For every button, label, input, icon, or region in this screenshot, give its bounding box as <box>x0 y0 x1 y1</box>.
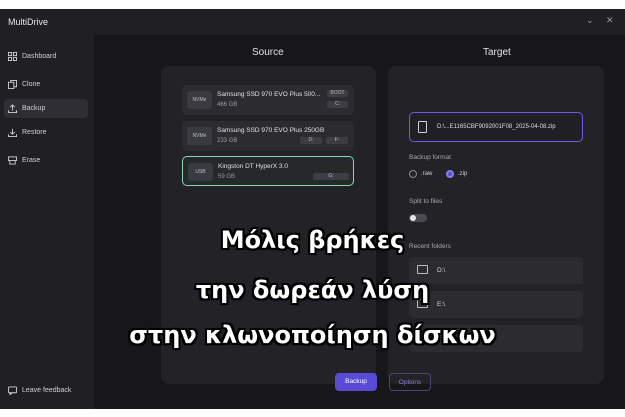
radio-raw-label: .raw <box>421 171 433 177</box>
overlay-caption-line3: στην κλωνοποίηση δίσκων <box>129 321 496 349</box>
grid-icon <box>8 52 17 61</box>
disk-name: Samsung SSD 970 EVO Plus 250GB <box>217 127 325 134</box>
options-button[interactable]: Options <box>389 373 431 391</box>
download-icon <box>8 128 17 137</box>
disk-item-selected[interactable]: USB Kingston DT HyperX 3.0 59 GB G: <box>182 156 354 186</box>
disk-size: 59 GB <box>218 174 236 180</box>
sidebar-item-label: Backup <box>22 105 46 112</box>
main-area: Source Target NVMe Samsung SSD 970 EVO P… <box>94 35 625 409</box>
overlay-caption-line1: Μόλις βρήκες <box>220 226 405 254</box>
disk-name: Samsung SSD 970 EVO Plus 500... <box>217 91 321 98</box>
erase-icon <box>8 156 17 165</box>
radio-zip[interactable] <box>446 170 454 178</box>
sidebar-item-label: Clone <box>22 81 41 88</box>
source-title: Source <box>252 47 284 58</box>
chevron-down-icon[interactable]: ⌄ <box>586 15 594 26</box>
sidebar: Dashboard Clone Backup Restore Erase Lea… <box>0 35 94 409</box>
target-file-field[interactable]: D:\...E1165CBF9092001F08_2025-04-08.zip <box>409 112 583 142</box>
sidebar-item-label: Restore <box>22 129 47 136</box>
copy-icon <box>8 80 17 89</box>
disk-name: Kingston DT HyperX 3.0 <box>218 163 288 170</box>
partition-tag: C: <box>327 101 348 108</box>
disk-item[interactable]: NVMe Samsung SSD 970 EVO Plus 250GB 233 … <box>182 121 354 151</box>
usb-badge: USB <box>188 163 213 181</box>
sidebar-item-backup[interactable]: Backup <box>4 99 88 118</box>
feedback-icon <box>8 386 17 395</box>
close-icon[interactable]: ✕ <box>606 15 614 26</box>
leave-feedback-link[interactable]: Leave feedback <box>4 381 88 400</box>
sidebar-item-label: Erase <box>22 157 41 164</box>
radio-raw[interactable] <box>409 170 417 178</box>
backup-button[interactable]: Backup <box>335 373 377 391</box>
feedback-label: Leave feedback <box>22 387 72 394</box>
partition-tag: D: <box>300 137 322 144</box>
backup-format-label: Backup format <box>409 154 451 161</box>
app-title: MultiDrive <box>8 17 49 27</box>
disk-size: 466 GB <box>217 102 238 108</box>
sidebar-item-restore[interactable]: Restore <box>4 123 88 142</box>
target-title: Target <box>483 47 511 58</box>
split-label: Split to files <box>409 198 443 205</box>
sidebar-item-dashboard[interactable]: Dashboard <box>4 47 88 66</box>
split-toggle[interactable] <box>409 214 427 222</box>
app-window: MultiDrive ⌄ ✕ Dashboard Clone Backup Re… <box>0 9 625 409</box>
sidebar-item-erase[interactable]: Erase <box>4 151 88 170</box>
file-icon <box>418 121 427 133</box>
nvme-badge: NVMe <box>187 91 212 109</box>
sidebar-item-clone[interactable]: Clone <box>4 75 88 94</box>
title-bar: MultiDrive ⌄ ✕ <box>0 9 625 35</box>
upload-icon <box>8 104 17 113</box>
target-file-path: D:\...E1165CBF9092001F08_2025-04-08.zip <box>437 124 556 130</box>
disk-size: 233 GB <box>217 138 238 144</box>
folder-icon <box>417 265 428 274</box>
partition-tag: BOOT <box>327 90 348 97</box>
partition-tag: G: <box>313 173 349 180</box>
sidebar-item-label: Dashboard <box>22 53 57 60</box>
partition-tag: F: <box>326 137 348 144</box>
disk-item[interactable]: NVMe Samsung SSD 970 EVO Plus 500... 466… <box>182 85 354 115</box>
recent-folder-label: D:\ <box>437 267 446 274</box>
radio-zip-label: .zip <box>458 171 468 177</box>
overlay-caption-line2: την δωρεάν λύση <box>195 276 430 304</box>
nvme-badge: NVMe <box>187 127 212 145</box>
